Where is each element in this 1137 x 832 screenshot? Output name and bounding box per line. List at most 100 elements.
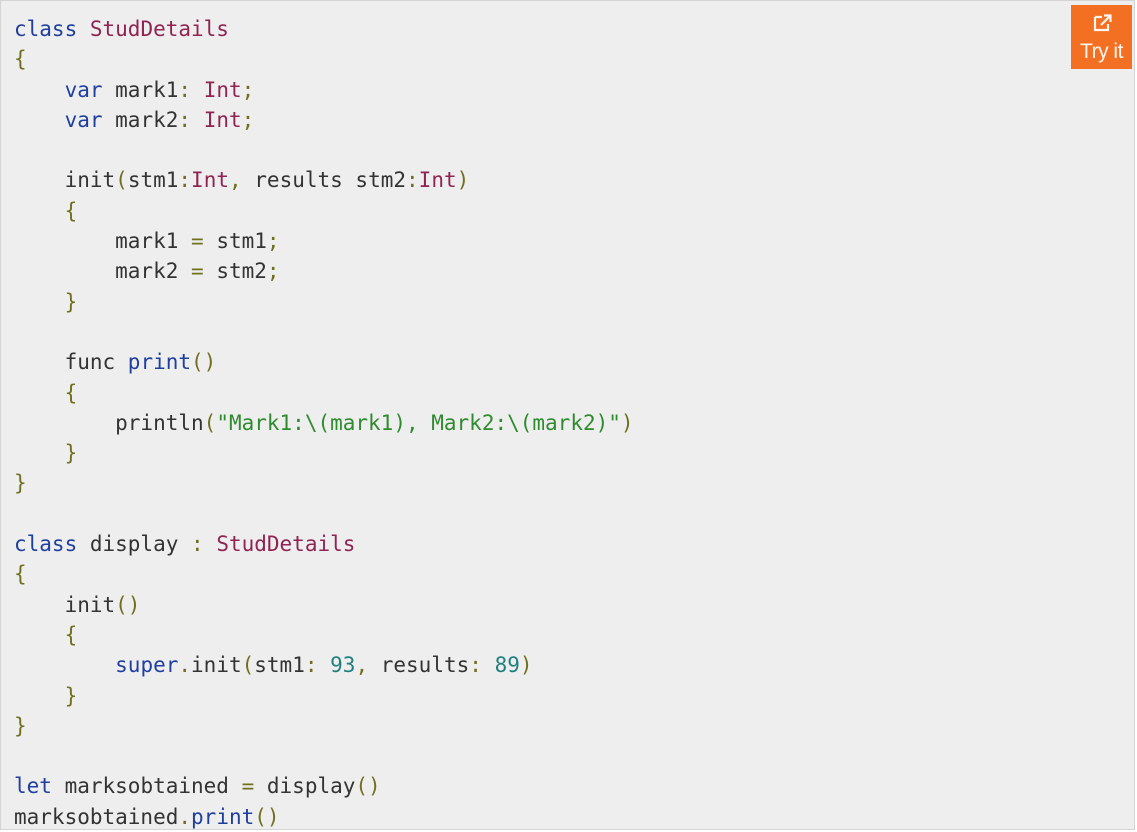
code-token: println <box>14 410 204 435</box>
code-line: func print() <box>14 347 634 377</box>
code-line: var mark2: Int; <box>14 105 634 135</box>
code-token: 93 <box>330 653 356 678</box>
external-link-icon <box>1093 14 1112 32</box>
code-token: : <box>191 532 204 557</box>
code-token: display <box>77 532 192 557</box>
code-token: Int <box>418 168 457 193</box>
code-token: mark1 <box>14 229 192 254</box>
code-token: super <box>115 653 179 678</box>
code-token: init <box>191 653 242 678</box>
code-token: let <box>14 774 52 799</box>
code-line: { <box>14 196 634 226</box>
code-token: : <box>178 168 192 193</box>
code-token: , <box>355 653 369 678</box>
code-token: class <box>14 17 78 41</box>
code-token: ; <box>241 107 255 132</box>
code-token: ( <box>241 653 255 678</box>
code-token: () <box>254 804 280 829</box>
code-line: init() <box>14 590 634 620</box>
code-line: { <box>14 44 634 74</box>
code-token: "Mark1:\(mark1), Mark2:\(mark2)" <box>216 410 621 435</box>
code-line: } <box>14 468 634 498</box>
code-token: StudDetails <box>216 532 356 557</box>
code-token: marksobtained <box>51 774 242 799</box>
code-token: } <box>14 713 27 738</box>
code-token: : <box>469 653 482 678</box>
code-token: : <box>304 653 318 678</box>
code-token: ) <box>456 168 470 193</box>
code-token: } <box>64 683 78 708</box>
code-line: var mark1: Int; <box>14 75 634 105</box>
code-line: } <box>14 438 634 468</box>
code-token: stm1 <box>254 653 305 678</box>
code-listing: class StudDetails { var mark1: Int; var m… <box>14 14 634 832</box>
code-token: { <box>14 47 27 72</box>
code-token: print <box>191 804 255 829</box>
code-line: { <box>14 378 634 408</box>
code-token: ; <box>266 229 280 254</box>
code-token: : <box>178 77 192 102</box>
code-token: } <box>14 471 27 496</box>
code-token: mark2 <box>14 259 192 284</box>
code-token: () <box>355 774 381 799</box>
code-token: class <box>14 532 78 557</box>
code-token: 89 <box>494 653 520 678</box>
code-token: { <box>14 562 27 587</box>
code-line: } <box>14 287 634 317</box>
code-token: Int <box>203 107 242 132</box>
code-token: results <box>368 653 470 678</box>
code-token: . <box>178 804 192 829</box>
code-token: results stm2 <box>241 168 407 193</box>
code-token: { <box>64 622 78 647</box>
code-token: StudDetails <box>89 17 229 41</box>
code-token: var <box>64 77 103 102</box>
code-line: } <box>14 681 634 711</box>
code-token: () <box>191 350 217 375</box>
code-token: = <box>241 774 255 799</box>
code-line: class display : StudDetails <box>14 529 634 559</box>
code-token: ) <box>620 410 634 435</box>
try-it-button[interactable]: Try it <box>1071 5 1132 69</box>
code-token: func <box>14 350 128 375</box>
code-line: mark1 = stm1; <box>14 226 634 256</box>
code-token: } <box>64 441 78 466</box>
code-token: : <box>178 107 192 132</box>
code-token: } <box>64 289 78 314</box>
code-line: marksobtained.print() <box>14 802 634 832</box>
code-token: { <box>64 198 78 223</box>
code-token: , <box>228 168 242 193</box>
code-line: } <box>14 711 634 741</box>
try-it-label: Try it <box>1080 40 1123 63</box>
code-token: mark2 <box>102 107 179 132</box>
code-token: stm1 <box>127 168 179 193</box>
code-line: mark2 = stm2; <box>14 256 634 286</box>
code-token: () <box>115 592 141 617</box>
code-token: ( <box>203 410 217 435</box>
code-line: { <box>14 559 634 589</box>
code-token: ; <box>241 77 255 102</box>
code-token: stm2 <box>203 259 267 284</box>
code-line: let marksobtained = display() <box>14 771 634 801</box>
code-line: class StudDetails <box>14 14 634 44</box>
code-token: . <box>178 653 192 678</box>
code-token: ( <box>115 168 128 193</box>
code-line: super.init(stm1: 93, results: 89) <box>14 650 634 680</box>
code-token: { <box>64 380 78 405</box>
code-token: = <box>191 229 204 254</box>
code-token: ) <box>519 653 533 678</box>
code-token: init <box>14 592 116 617</box>
